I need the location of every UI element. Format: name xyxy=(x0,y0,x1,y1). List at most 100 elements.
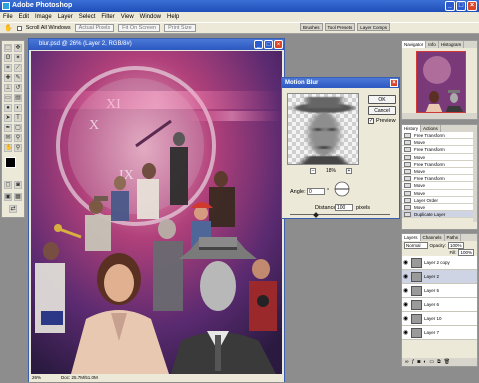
well-tab-tool-presets[interactable]: Tool Presets xyxy=(324,23,356,31)
layer-style-icon[interactable]: ƒ xyxy=(412,359,415,365)
layer-row[interactable]: ◉ Layer 5 xyxy=(402,284,477,298)
print-size-button[interactable]: Print Size xyxy=(164,24,196,32)
history-item[interactable]: Move xyxy=(402,182,477,190)
menu-view[interactable]: View xyxy=(121,14,134,20)
fit-on-screen-button[interactable]: Fit On Screen xyxy=(118,24,161,32)
layer-row[interactable]: ◉ Layer 6 xyxy=(402,298,477,312)
doc-zoom-readout[interactable]: 26% xyxy=(32,374,41,382)
dodge-tool-icon[interactable]: ◐ xyxy=(14,104,22,112)
close-icon[interactable]: × xyxy=(467,1,477,11)
history-item-current[interactable]: Duplicate Layer xyxy=(402,211,477,219)
full-screen-icon[interactable]: ▦ xyxy=(14,193,22,201)
menu-edit[interactable]: Edit xyxy=(19,14,29,20)
eye-icon[interactable]: ◉ xyxy=(403,260,409,266)
distance-slider-track[interactable] xyxy=(290,214,390,215)
scroll-all-checkbox[interactable] xyxy=(16,25,22,31)
pen-tool-icon[interactable]: ✒ xyxy=(4,124,12,132)
doc-minimize-icon[interactable]: _ xyxy=(254,40,263,49)
trash-icon[interactable]: 🗑 xyxy=(444,359,450,365)
tab-channels[interactable]: Channels xyxy=(421,234,445,241)
eye-icon[interactable]: ◉ xyxy=(403,302,409,308)
history-item[interactable]: Move xyxy=(402,167,477,176)
eye-icon[interactable]: ◉ xyxy=(403,288,409,294)
maximize-icon[interactable]: □ xyxy=(456,1,466,11)
history-item[interactable]: Layer Order xyxy=(402,196,477,204)
layer-row[interactable]: ◉ Layer 10 xyxy=(402,312,477,326)
blur-preview[interactable] xyxy=(287,93,359,165)
layer-row[interactable]: ◉ Layer 2 copy xyxy=(402,256,477,270)
hand-tool-icon-2[interactable]: ✋ xyxy=(4,144,12,152)
healing-brush-icon[interactable]: ✚ xyxy=(4,74,12,82)
history-item[interactable]: Free Transform xyxy=(402,175,477,183)
cancel-button[interactable]: Cancel xyxy=(368,106,396,115)
blur-tool-icon[interactable]: ● xyxy=(4,104,12,112)
lasso-tool-icon[interactable]: ʘ xyxy=(4,54,12,62)
eye-icon[interactable]: ◉ xyxy=(403,330,409,336)
well-tab-brushes[interactable]: Brushes xyxy=(300,23,323,31)
history-item[interactable]: Free Transform xyxy=(402,132,477,140)
mask-icon[interactable]: ◙ xyxy=(417,359,420,365)
menu-layer[interactable]: Layer xyxy=(58,14,73,20)
marquee-tool-icon[interactable]: ⬚ xyxy=(4,44,12,52)
actual-pixels-button[interactable]: Actual Pixels xyxy=(74,24,115,32)
tab-history[interactable]: History xyxy=(402,125,422,132)
menu-image[interactable]: Image xyxy=(35,14,52,20)
blend-mode-select[interactable]: Normal xyxy=(404,241,428,249)
tab-histogram[interactable]: Histogram xyxy=(439,41,465,48)
ok-button[interactable]: OK xyxy=(368,95,396,104)
clone-stamp-icon[interactable]: ⊥ xyxy=(4,84,12,92)
dialog-close-icon[interactable]: × xyxy=(390,79,398,87)
magic-wand-tool-icon[interactable]: ✶ xyxy=(14,54,22,62)
zoom-tool-icon[interactable]: ⚲ xyxy=(14,144,22,152)
angle-dial-icon[interactable] xyxy=(334,181,350,197)
zoom-out-icon[interactable]: – xyxy=(310,168,316,174)
preview-checkbox[interactable]: ✓ xyxy=(368,118,374,124)
image-canvas[interactable]: X XI IX xyxy=(31,51,282,374)
navigator-thumbnail[interactable] xyxy=(416,51,466,113)
notes-tool-icon[interactable]: ✉ xyxy=(4,134,12,142)
doc-maximize-icon[interactable]: □ xyxy=(264,40,273,49)
menu-window[interactable]: Window xyxy=(140,14,161,20)
menu-filter[interactable]: Filter xyxy=(101,14,114,20)
minimize-icon[interactable]: _ xyxy=(445,1,455,11)
standard-mode-icon[interactable]: ◻ xyxy=(4,181,12,189)
path-selection-icon[interactable]: ➤ xyxy=(4,114,12,122)
navigator-zoom-bar[interactable] xyxy=(402,113,477,119)
hand-tool-icon[interactable]: ✋ xyxy=(4,24,13,32)
history-item[interactable]: Move xyxy=(402,139,477,147)
eraser-tool-icon[interactable]: ▭ xyxy=(4,94,12,102)
tab-actions[interactable]: Actions xyxy=(421,125,441,132)
history-item[interactable]: Free Transform xyxy=(402,160,477,168)
layer-row-selected[interactable]: ◉ Layer 2 xyxy=(402,270,477,284)
shape-tool-icon[interactable]: ▢ xyxy=(14,124,22,132)
folder-icon[interactable]: ▭ xyxy=(429,359,434,365)
eye-icon[interactable]: ◉ xyxy=(403,316,409,322)
distance-input[interactable]: 100 xyxy=(335,204,353,211)
new-layer-icon[interactable]: ⧉ xyxy=(437,359,441,365)
slice-tool-icon[interactable]: ⟋ xyxy=(14,64,22,72)
layer-row[interactable]: ◉ Layer 7 xyxy=(402,326,477,340)
opacity-input[interactable]: 100% xyxy=(448,241,464,249)
menu-help[interactable]: Help xyxy=(167,14,179,20)
well-tab-layer-comps[interactable]: Layer Comps xyxy=(357,23,391,31)
doc-close-icon[interactable]: × xyxy=(274,40,283,49)
foreground-color-swatch[interactable] xyxy=(5,157,16,168)
history-item[interactable]: Move xyxy=(402,203,477,212)
history-brush-icon[interactable]: ↺ xyxy=(14,84,22,92)
quick-mask-icon[interactable]: ◙ xyxy=(14,181,22,189)
menu-select[interactable]: Select xyxy=(79,14,96,20)
menu-file[interactable]: File xyxy=(3,14,13,20)
screen-mode-icon[interactable]: ▣ xyxy=(4,193,12,201)
tab-info[interactable]: Info xyxy=(426,41,439,48)
zoom-in-icon[interactable]: + xyxy=(346,168,353,174)
type-tool-icon[interactable]: T xyxy=(14,114,22,122)
tab-layers[interactable]: Layers xyxy=(402,234,421,241)
brush-tool-icon[interactable]: ✎ xyxy=(14,74,22,82)
move-tool-icon[interactable]: ✥ xyxy=(14,44,22,52)
link-icon[interactable]: ∞ xyxy=(405,359,409,365)
history-item[interactable]: Free Transform xyxy=(402,146,477,154)
history-item[interactable]: Move xyxy=(402,189,477,197)
tab-paths[interactable]: Paths xyxy=(445,234,462,241)
eye-icon[interactable]: ◉ xyxy=(403,274,409,280)
crop-tool-icon[interactable]: ⌗ xyxy=(4,64,12,72)
